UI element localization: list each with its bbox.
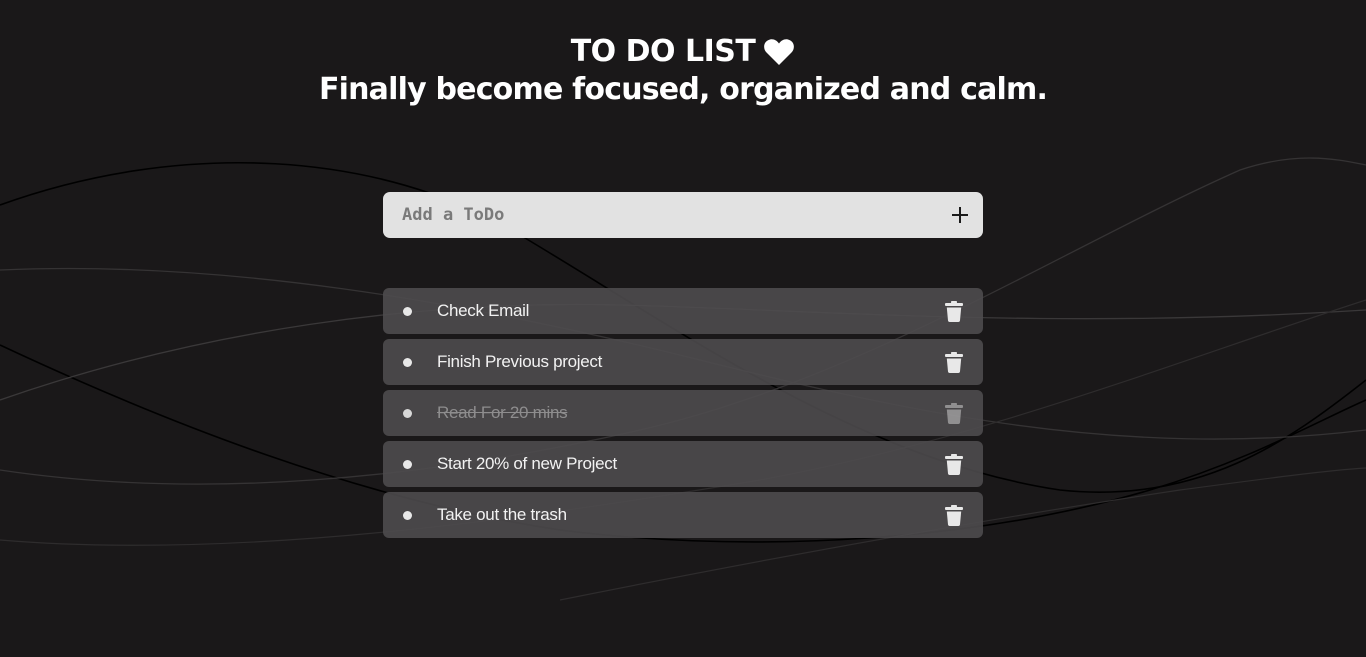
delete-todo-button[interactable]: [943, 453, 965, 475]
todo-item[interactable]: Read For 20 mins: [383, 390, 983, 436]
add-todo-bar: [383, 192, 983, 238]
add-todo-button[interactable]: [937, 192, 983, 238]
bullet-icon: [403, 459, 412, 469]
todo-text: Finish Previous project: [437, 352, 603, 371]
delete-todo-button[interactable]: [943, 504, 965, 526]
bullet-icon: [403, 408, 412, 418]
bullet-icon: [403, 357, 412, 367]
trash-icon: [945, 504, 963, 526]
todo-item[interactable]: Check Email: [383, 288, 983, 334]
delete-todo-button[interactable]: [943, 402, 965, 424]
todo-text: Take out the trash: [437, 505, 567, 524]
todo-text: Read For 20 mins: [437, 403, 568, 422]
plus-icon: [952, 207, 968, 223]
todo-list: Check Email Finish Previous project Read…: [383, 288, 983, 543]
todo-item[interactable]: Take out the trash: [383, 492, 983, 538]
todo-text: Start 20% of new Project: [437, 454, 617, 473]
todo-item[interactable]: Start 20% of new Project: [383, 441, 983, 487]
trash-icon: [945, 453, 963, 475]
todo-item[interactable]: Finish Previous project: [383, 339, 983, 385]
bullet-icon: [403, 510, 412, 520]
add-todo-input[interactable]: [383, 192, 937, 238]
todo-app: TO DO LIST Finally become focused, organ…: [0, 0, 1366, 657]
heart-icon: [764, 39, 795, 65]
trash-icon: [945, 351, 963, 373]
page-title: TO DO LIST: [570, 34, 756, 69]
page-subtitle: Finally become focused, organized and ca…: [318, 72, 1048, 107]
trash-icon: [945, 300, 963, 322]
todo-text: Check Email: [437, 301, 530, 320]
delete-todo-button[interactable]: [943, 351, 965, 373]
bullet-icon: [403, 306, 412, 316]
delete-todo-button[interactable]: [943, 300, 965, 322]
page-header: TO DO LIST Finally become focused, organ…: [0, 32, 1366, 110]
page-title-row: TO DO LIST: [571, 32, 796, 72]
trash-icon: [945, 402, 963, 424]
